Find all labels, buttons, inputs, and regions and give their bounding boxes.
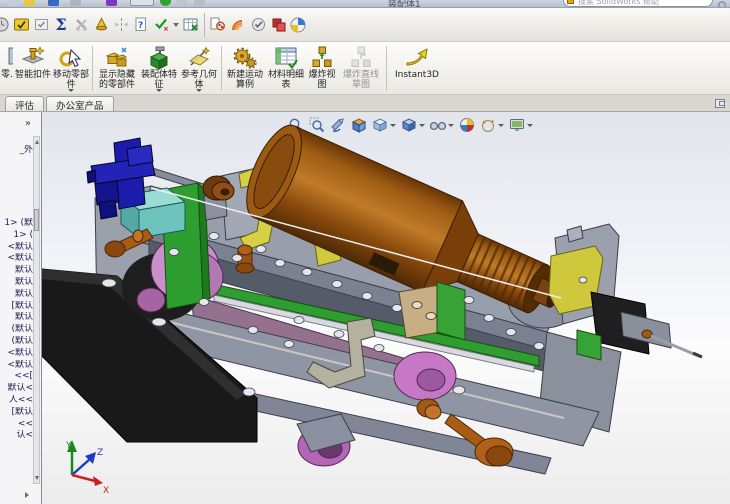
tools-toolbar: Σ ? × [0, 8, 730, 42]
toolbar-separator [204, 12, 205, 37]
cmd-bill-of-materials[interactable]: 材料明细表 [267, 43, 305, 94]
flag-icon[interactable] [567, 0, 574, 4]
tree-item[interactable]: (默认 [0, 324, 33, 336]
restore-window-icon[interactable] [715, 99, 725, 108]
new-icon[interactable] [8, 0, 19, 6]
pulley-pink-lower[interactable] [393, 351, 457, 401]
tree-item[interactable]: 默认 [0, 289, 33, 301]
tree-item[interactable]: 默认 [0, 265, 33, 277]
tree-item[interactable]: [默认 [0, 407, 33, 419]
right-bracket[interactable] [548, 223, 703, 359]
cmd-instant3d[interactable]: Instant3D [390, 43, 444, 94]
cmd-assembly-features[interactable]: 装配体特征 [140, 43, 178, 94]
panel-scrollbar[interactable] [33, 136, 40, 484]
tree-item[interactable]: <默认 [0, 242, 33, 254]
tab-office-products[interactable]: 办公室产品 [46, 96, 114, 112]
tab-evaluate[interactable]: 评估 [5, 96, 45, 112]
cmd-show-hidden-components[interactable]: 显示隐藏的零部件 [96, 43, 138, 94]
render-sphere-icon[interactable] [288, 13, 308, 37]
triad-z-label: Z [97, 448, 103, 458]
print-icon[interactable] [70, 0, 81, 6]
equations-icon[interactable]: Σ [51, 13, 71, 37]
triad-y-label: Y [65, 441, 72, 451]
options-icon[interactable] [176, 0, 187, 6]
dropdown-caret-icon[interactable] [196, 89, 202, 92]
search-input[interactable]: 搜索 SolidWorks 帮助 [563, 0, 713, 7]
open-icon[interactable] [24, 0, 35, 6]
symmetry-icon[interactable] [111, 13, 131, 37]
cmd-reference-geometry[interactable]: 参考几何体 [180, 43, 218, 94]
cmd-separator [92, 46, 93, 91]
dropdown-caret-icon[interactable] [68, 89, 74, 92]
scroll-up-icon[interactable] [35, 140, 39, 144]
svg-text:×: × [163, 25, 169, 33]
tree-item[interactable]: <默认 [0, 360, 33, 372]
assembly-model[interactable]: Y Z X [42, 112, 729, 504]
triad-x-label: X [103, 486, 109, 496]
tree-item[interactable]: 默认 [0, 312, 33, 324]
no-section-icon[interactable] [71, 13, 91, 37]
tree-item[interactable]: (默认 [0, 336, 33, 348]
tree-item[interactable]: [默认 [0, 301, 33, 313]
tree-item[interactable]: 1> ( [0, 230, 33, 242]
cmd-explode-line-sketch[interactable]: 爆炸直线草图 [339, 43, 383, 94]
tree-item[interactable]: 认< [0, 430, 33, 442]
checkbox-icon[interactable] [31, 13, 51, 37]
tree-item[interactable]: _外 [0, 145, 33, 157]
find-references-icon[interactable] [208, 13, 228, 37]
svg-text:?: ? [138, 21, 143, 31]
design-table-icon[interactable] [181, 13, 201, 37]
scroll-right-icon[interactable] [25, 492, 29, 498]
draft-analysis-icon[interactable] [91, 13, 111, 37]
tree-item[interactable]: 默认< [0, 383, 33, 395]
feature-manager-panel[interactable]: » _外 1> (默 1> ( <默认 <默认 默认 默认 默认 [默认 默认 … [0, 112, 42, 504]
rebuild-icon[interactable] [160, 0, 171, 6]
tree-item[interactable]: <默认 [0, 253, 33, 265]
cmd-insert-component[interactable]: 零… [1, 43, 13, 94]
curvature-icon[interactable] [228, 13, 248, 37]
cmd-smart-fasteners[interactable]: 智能扣件 [15, 43, 51, 94]
cmd-new-motion-study[interactable]: 新建运动算例 [225, 43, 265, 94]
tree-item[interactable]: 1> (默 [0, 218, 33, 230]
check-document-icon[interactable] [248, 13, 268, 37]
machine-assembly[interactable] [42, 118, 703, 475]
tree-item[interactable]: << [0, 419, 33, 431]
design-binder-icon[interactable] [11, 13, 31, 37]
graphics-viewport[interactable]: Y Z X [42, 112, 730, 504]
scroll-thumb[interactable] [34, 209, 39, 231]
tree-item[interactable]: 人<< [0, 395, 33, 407]
cmd-separator [221, 46, 222, 91]
history-icon[interactable] [0, 13, 11, 37]
tree-item[interactable]: 默认 [0, 277, 33, 289]
feature-tree[interactable]: 1> (默 1> ( <默认 <默认 默认 默认 默认 [默认 默认 (默认 (… [0, 218, 33, 442]
cmd-exploded-view[interactable]: 爆炸视图 [307, 43, 337, 94]
title-bar: 装配体1 搜索 SolidWorks 帮助 [0, 0, 730, 8]
file-properties-icon[interactable]: ? [131, 13, 151, 37]
save-icon[interactable] [48, 0, 59, 6]
dropdown-caret-icon[interactable] [156, 89, 162, 92]
verification-icon[interactable]: × [151, 13, 171, 37]
undo-icon[interactable] [106, 0, 117, 6]
commandmanager-tabs: 评估 办公室产品 [0, 95, 730, 112]
help-icon[interactable] [194, 0, 205, 6]
command-manager: 零… 智能扣件 移动零部件 显示隐藏的零部件 装配体特征 参考几何体 新建运动算… [0, 42, 730, 95]
reference-triad: Y Z X [65, 440, 109, 496]
search-icon[interactable] [717, 0, 729, 7]
cmd-separator [386, 46, 387, 91]
tree-item[interactable]: <<[ [0, 371, 33, 383]
compare-icon[interactable] [268, 13, 288, 37]
panel-collapse-chevron[interactable]: » [25, 118, 31, 129]
cmd-move-component[interactable]: 移动零部件 [53, 43, 89, 94]
window-title: 装配体1 [388, 0, 421, 8]
block-green[interactable] [436, 281, 466, 341]
dropdown-caret-icon[interactable] [173, 22, 179, 27]
select-icon[interactable] [130, 0, 154, 6]
tree-item[interactable]: <默认 [0, 348, 33, 360]
scroll-down-icon[interactable] [35, 476, 39, 480]
